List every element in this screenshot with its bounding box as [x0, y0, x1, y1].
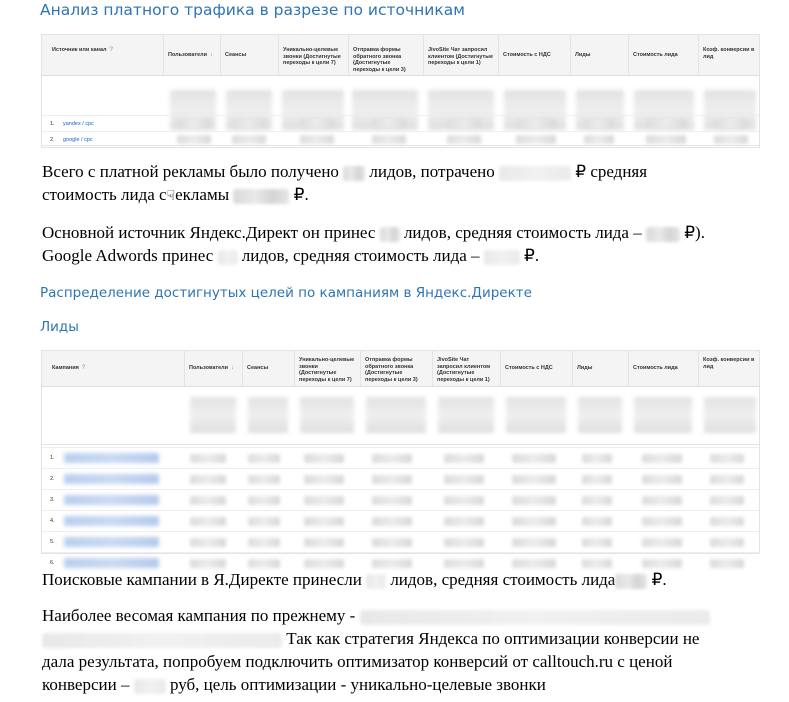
col-header-leads[interactable]: Лиды	[575, 52, 624, 59]
row-link-yandex-cpc[interactable]: yandex / cpc	[63, 121, 94, 127]
col-header-source[interactable]: Источник или канал?	[52, 47, 159, 54]
table-row[interactable]: 2. google / cpc	[42, 131, 759, 147]
col-header-goal7[interactable]: Уникально-целевые звонки (Достигнутые пе…	[299, 357, 356, 383]
table-row[interactable]: 4.	[42, 510, 759, 531]
sort-down-icon: ↓	[231, 365, 235, 371]
campaigns-report-table: Кампания? Пользователи ↓ Сеансы Уникально…	[41, 350, 760, 568]
col-header-sessions[interactable]: Сеансы	[247, 365, 290, 372]
paragraph-total-paid: Всего с платной рекламы было получено ли…	[42, 162, 648, 181]
col-header-goal1[interactable]: JivoSite Чат запросил клиентом (Достигну…	[428, 47, 494, 67]
help-icon: ?	[109, 47, 113, 53]
paragraph-top-campaign: Наиболее весомая кампания по прежнему -	[42, 605, 710, 627]
row-link-google-cpc[interactable]: google / cpc	[63, 137, 93, 143]
col-header-goal7[interactable]: Уникально-целевые звонки (Достигнутые пе…	[283, 47, 344, 67]
section-heading-paid-traffic: Анализ платного трафика в разрезе по ист…	[40, 1, 465, 19]
campaign-name-link[interactable]	[64, 474, 159, 484]
table-row[interactable]: 1. yandex / cpc	[42, 115, 759, 131]
table-row[interactable]: 5.	[42, 531, 759, 552]
col-header-lead-cost[interactable]: Стоимость лида	[633, 365, 694, 372]
paragraph-main-source: Основной источник Яндекс.Директ он прине…	[42, 223, 705, 242]
table-header: Кампания? Пользователи ↓ Сеансы Уникально…	[42, 351, 759, 387]
col-header-users[interactable]: Пользователи ↓	[168, 52, 216, 59]
paragraph-search-campaigns: Поисковые кампании в Я.Директе принесли …	[42, 570, 667, 589]
redacted-value	[359, 609, 710, 625]
col-header-conversion[interactable]: Коэф. конверсии в лид	[703, 47, 757, 60]
paragraph-google: Google Adwords принес лидов, средняя сто…	[42, 246, 540, 265]
col-header-users[interactable]: Пользователи ↓	[189, 365, 238, 372]
campaign-name-link[interactable]	[64, 537, 159, 547]
redacted-value	[42, 632, 282, 648]
col-header-conversion[interactable]: Коэф. конверсии в лид	[703, 357, 757, 370]
section-heading-campaigns: Распределение достигнутых целей по кампа…	[40, 285, 532, 301]
redacted-value	[615, 573, 648, 589]
redacted-value	[379, 226, 400, 242]
sort-down-icon: ↓	[210, 52, 214, 58]
col-header-goal3[interactable]: Отправка формы обратного звонка (Достигн…	[365, 357, 428, 383]
paragraph-top-campaign-line3: дала результата, попробуем подключить оп…	[42, 652, 673, 671]
redacted-value	[499, 165, 571, 181]
campaign-name-link[interactable]	[64, 516, 159, 526]
redacted-value	[217, 249, 238, 265]
subheading-leads: Лиды	[40, 319, 79, 335]
redacted-value	[233, 188, 290, 204]
help-icon: ?	[81, 365, 86, 371]
paragraph-top-campaign-line2: Так как стратегия Яндекса по оптимизации…	[42, 628, 699, 650]
paragraph-top-campaign-line4: конверсии – руб, цель оптимизации - уник…	[42, 675, 546, 694]
redacted-value	[133, 678, 166, 694]
campaign-name-link[interactable]	[64, 558, 159, 568]
col-header-leads[interactable]: Лиды	[577, 365, 624, 372]
campaign-name-link[interactable]	[64, 453, 159, 463]
col-header-goal3[interactable]: Отправка формы обратного звонка (Достигн…	[353, 47, 419, 73]
redacted-value	[343, 165, 366, 181]
table-row[interactable]: 3.	[42, 489, 759, 510]
redacted-value	[366, 573, 387, 589]
table-row[interactable]: 2.	[42, 468, 759, 489]
hand-cursor-icon: ☟	[166, 188, 176, 204]
col-header-cost[interactable]: Стоимость с НДС	[503, 52, 566, 59]
sources-report-table: Источник или канал? Пользователи ↓ Сеансы…	[41, 34, 760, 148]
col-header-cost[interactable]: Стоимость с НДС	[505, 365, 568, 372]
paragraph-total-paid-line2: стоимость лида с☟екламы ₽.	[42, 184, 309, 207]
table-header: Источник или канал? Пользователи ↓ Сеансы…	[42, 35, 759, 76]
col-header-campaign[interactable]: Кампания?	[52, 365, 180, 372]
col-header-sessions[interactable]: Сеансы	[225, 52, 274, 59]
campaign-name-link[interactable]	[64, 495, 159, 505]
totals-row	[42, 387, 759, 445]
col-header-goal1[interactable]: JivoSite Чат запросил клиентом (Достигну…	[437, 357, 496, 383]
redacted-value	[483, 249, 520, 265]
col-header-lead-cost[interactable]: Стоимость лида	[633, 52, 694, 59]
table-row[interactable]: 1.	[42, 447, 759, 468]
redacted-value	[645, 226, 680, 242]
